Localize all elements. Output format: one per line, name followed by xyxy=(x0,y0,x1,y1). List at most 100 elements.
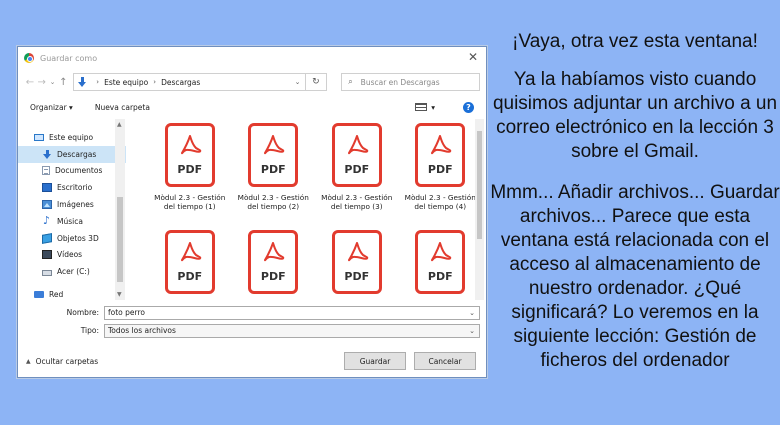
sidebar-item-label: Vídeos xyxy=(57,250,83,260)
file-item[interactable]: PDF Mòdul 2.3 - Gestión del tiempo (4) xyxy=(399,123,483,230)
file-name-value: foto perro xyxy=(108,308,145,317)
hide-folders-toggle[interactable]: ▲ Ocultar carpetas xyxy=(26,357,98,366)
acrobat-logo-icon xyxy=(347,135,368,155)
file-name: Mòdul 2.3 - Gestión del tiempo (1) xyxy=(154,193,226,211)
acrobat-logo-icon xyxy=(180,135,201,155)
sidebar-item-videos[interactable]: Vídeos xyxy=(18,247,126,264)
sidebar-item-documents[interactable]: Documentos xyxy=(18,163,126,180)
chevron-right-icon[interactable]: › xyxy=(153,78,156,86)
file-item[interactable]: PDF Mòdul 2.3 - Gestión del tiempo (1) xyxy=(148,123,232,230)
downloads-icon xyxy=(42,149,52,159)
chevron-down-icon[interactable]: ⌄ xyxy=(469,309,475,317)
organize-button[interactable]: Organizar ▾ xyxy=(30,103,73,112)
file-item[interactable]: PDFMòdul 2.4 - xyxy=(232,230,316,300)
search-icon: ⌕ xyxy=(348,77,353,86)
downloads-icon xyxy=(77,77,87,87)
search-placeholder: Buscar en Descargas xyxy=(360,77,440,87)
acrobat-logo-icon xyxy=(431,242,452,262)
chevron-up-icon: ▲ xyxy=(26,357,31,365)
refresh-button[interactable]: ↻ xyxy=(305,73,328,91)
pdf-file-icon: PDF xyxy=(415,230,466,294)
file-item[interactable]: PDFMòdul 2.3 - xyxy=(148,230,232,300)
file-name-input[interactable]: foto perro ⌄ xyxy=(104,305,480,320)
pdf-badge: PDF xyxy=(427,270,453,283)
sidebar-item-downloads[interactable]: Descargas xyxy=(18,145,126,163)
pdf-file-icon: PDF xyxy=(164,123,215,187)
file-item[interactable]: PDFMòdul 2.6 - El xyxy=(399,230,483,300)
view-options-dropdown[interactable]: ▾ xyxy=(431,103,435,112)
file-name: Mòdul 2.3 - Gestión del tiempo (4) xyxy=(404,193,476,211)
forward-button[interactable]: → xyxy=(36,77,48,88)
sidebar-item-label: Descargas xyxy=(57,149,97,159)
videos-icon xyxy=(42,250,52,260)
scrollbar-thumb[interactable] xyxy=(477,131,482,239)
help-icon[interactable]: ? xyxy=(463,101,474,113)
sidebar-item-drive-c[interactable]: Acer (C:) xyxy=(18,263,126,280)
new-folder-button[interactable]: Nueva carpeta xyxy=(95,103,150,112)
sidebar-item-label: Documentos xyxy=(55,166,103,176)
recent-locations-dropdown[interactable]: ⌄ xyxy=(48,78,58,86)
pdf-badge: PDF xyxy=(344,270,370,283)
acrobat-logo-icon xyxy=(431,135,452,155)
navigation-bar: ← → ⌄ ↑ › Este equipo › Descargas ⌄ ↻ ⌕ … xyxy=(18,69,486,95)
up-button[interactable]: ↑ xyxy=(57,77,69,88)
view-options-icon[interactable] xyxy=(415,103,428,111)
file-type-row: Tipo: Todos los archivos ⌄ xyxy=(18,323,486,338)
file-name: Mòdul 2.3 - Gestión del tiempo (3) xyxy=(321,193,393,211)
scroll-up-icon[interactable]: ▲ xyxy=(117,121,122,128)
sidebar-item-music[interactable]: Música xyxy=(18,213,126,230)
cancel-button[interactable]: Cancelar xyxy=(414,352,476,370)
scroll-down-icon[interactable]: ▼ xyxy=(117,291,122,298)
file-item[interactable]: PDF Mòdul 2.3 - Gestión del tiempo (2) xyxy=(232,123,316,230)
navigation-sidebar: Este equipo Descargas Documentos Escrito… xyxy=(18,119,126,300)
sidebar-item-desktop[interactable]: Escritorio xyxy=(18,179,126,196)
acrobat-logo-icon xyxy=(264,242,285,262)
sidebar-item-this-pc[interactable]: Este equipo xyxy=(18,129,126,146)
pdf-file-icon: PDF xyxy=(415,123,466,187)
sidebar-item-label: Este equipo xyxy=(49,132,94,142)
chevron-down-icon[interactable]: ⌄ xyxy=(469,327,475,335)
pdf-badge: PDF xyxy=(177,270,203,283)
refresh-icon: ↻ xyxy=(312,77,320,87)
computer-icon xyxy=(34,133,44,141)
breadcrumb-this-pc[interactable]: Este equipo xyxy=(104,78,148,87)
breadcrumb-downloads[interactable]: Descargas xyxy=(161,78,200,87)
sidebar-item-label: Imágenes xyxy=(57,200,94,210)
file-type-select[interactable]: Todos los archivos ⌄ xyxy=(104,323,480,338)
sidebar-item-label: Objetos 3D xyxy=(57,233,99,243)
chevron-down-icon[interactable]: ⌄ xyxy=(295,78,301,86)
file-type-value: Todos los archivos xyxy=(108,326,176,335)
sidebar-item-label: Escritorio xyxy=(57,183,93,193)
file-list-scrollbar[interactable] xyxy=(475,119,484,300)
toolbar: Organizar ▾ Nueva carpeta ▾ ? xyxy=(18,95,486,119)
pictures-icon xyxy=(42,200,52,210)
file-list: PDF Mòdul 2.3 - Gestión del tiempo (1) PDF… xyxy=(126,119,486,300)
pdf-badge: PDF xyxy=(177,163,203,176)
file-type-label: Tipo: xyxy=(80,326,99,335)
title-bar: Guardar como ✕ xyxy=(18,47,486,69)
scrollbar-thumb[interactable] xyxy=(117,197,123,282)
back-button[interactable]: ← xyxy=(24,77,36,88)
file-item[interactable]: PDF Mòdul 2.3 - Gestión del tiempo (3) xyxy=(315,123,399,230)
acrobat-logo-icon xyxy=(347,242,368,262)
chevron-right-icon[interactable]: › xyxy=(96,78,99,86)
save-fields: Nombre: foto perro ⌄ Tipo: Todos los arc… xyxy=(18,305,486,341)
address-bar[interactable]: › Este equipo › Descargas ⌄ xyxy=(73,73,306,91)
file-item[interactable]: PDFMòdul 2.6 - El xyxy=(315,230,399,300)
save-button[interactable]: Guardar xyxy=(344,352,406,370)
drive-icon xyxy=(42,269,52,276)
file-name-row: Nombre: foto perro ⌄ xyxy=(18,305,486,320)
sidebar-item-pictures[interactable]: Imágenes xyxy=(18,196,126,213)
sidebar-item-network[interactable]: Red xyxy=(18,286,126,300)
documents-icon xyxy=(42,166,50,176)
sidebar-item-3d-objects[interactable]: Objetos 3D xyxy=(18,230,126,247)
acrobat-logo-icon xyxy=(180,242,201,262)
search-input[interactable]: ⌕ Buscar en Descargas xyxy=(341,73,481,91)
sidebar-scrollbar[interactable]: ▲ ▼ xyxy=(115,119,125,300)
dialog-title: Guardar como xyxy=(40,53,98,63)
hide-folders-label: Ocultar carpetas xyxy=(35,356,99,366)
close-button[interactable]: ✕ xyxy=(468,51,478,63)
pdf-badge: PDF xyxy=(427,163,453,176)
desktop-icon xyxy=(42,183,52,193)
dialog-footer: ▲ Ocultar carpetas Guardar Cancelar xyxy=(18,350,486,372)
